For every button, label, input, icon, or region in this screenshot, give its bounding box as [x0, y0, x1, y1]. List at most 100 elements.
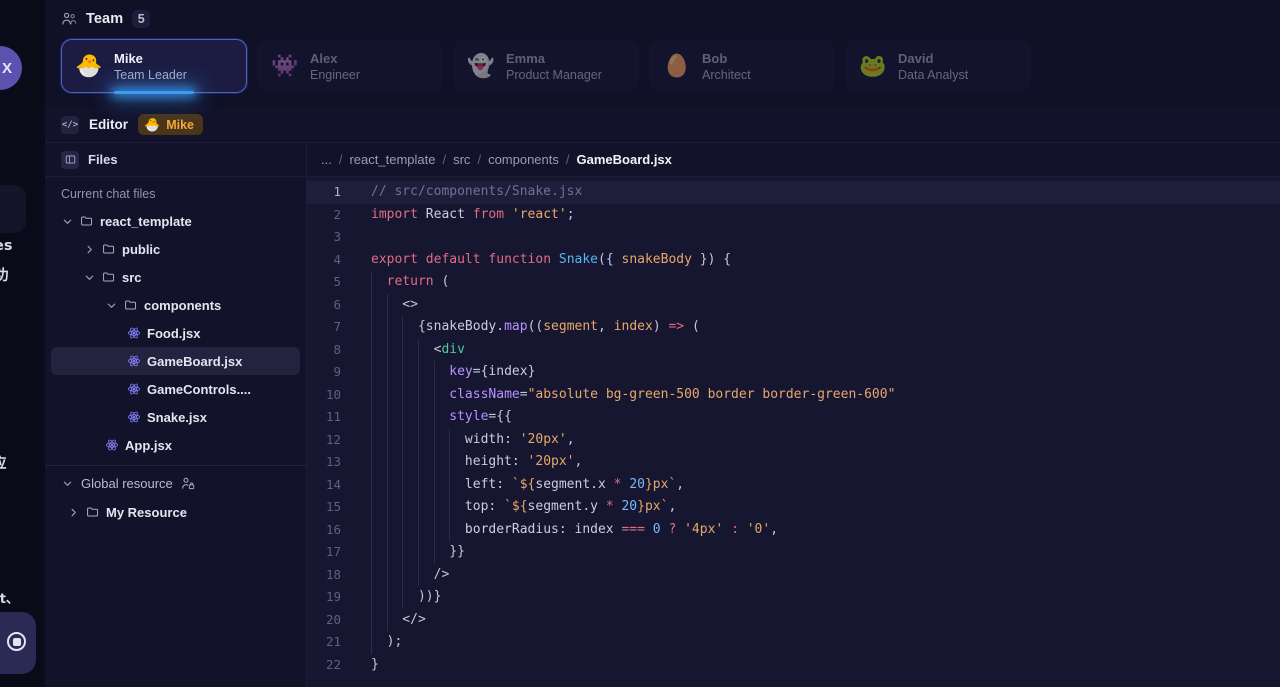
code-token: ,: [566, 431, 575, 447]
close-button[interactable]: X: [0, 46, 22, 90]
team-member-card[interactable]: 🐣 Mike Team Leader: [61, 39, 247, 94]
member-role: Architect: [702, 67, 751, 82]
code-token: '20px': [519, 431, 567, 447]
files-tree-scroll[interactable]: Current chat files react_template public s…: [45, 177, 306, 687]
tree-folder-row[interactable]: react_template: [51, 207, 300, 235]
breadcrumb-separator: /: [442, 152, 447, 167]
tree-file-row[interactable]: Food.jsx: [51, 319, 300, 347]
line-number: 11: [325, 409, 341, 424]
code-token: :: [731, 521, 739, 537]
react-file-icon: [127, 410, 141, 424]
breadcrumb-item[interactable]: src: [453, 152, 470, 167]
member-role: Engineer: [310, 67, 361, 82]
code-token: key: [449, 364, 473, 379]
code-token: ({: [598, 251, 622, 267]
code-token: top: [464, 499, 489, 514]
line-number: 2: [333, 206, 341, 222]
code-token: }px`: [637, 499, 669, 514]
code-token: default: [425, 251, 481, 267]
code-token: return: [386, 274, 434, 289]
line-number: 8: [333, 341, 341, 357]
team-label: Team: [86, 11, 124, 27]
tree-folder-row[interactable]: src: [51, 263, 300, 291]
code-line: 14 left: `${segment.x * 20}px`,: [307, 473, 1280, 496]
code-token: ,: [668, 499, 677, 514]
tree-file-row[interactable]: GameControls....: [51, 375, 300, 403]
team-member-card[interactable]: 👾 Alex Engineer: [257, 39, 443, 93]
code-line: 12 width: '20px',: [307, 428, 1280, 452]
code-token: }}: [371, 544, 465, 559]
global-resource-row[interactable]: Global resource: [45, 468, 306, 498]
code-line-text: height: '20px',: [355, 451, 582, 474]
tree-item-label: react_template: [100, 213, 192, 229]
breadcrumb-item[interactable]: components: [488, 152, 559, 167]
member-meta: David Data Analyst: [898, 51, 968, 82]
code-token: ,: [574, 454, 583, 469]
code-token: .: [582, 499, 591, 514]
folder-icon: [102, 242, 116, 256]
code-token: y: [590, 499, 606, 514]
folder-icon: [80, 214, 94, 228]
folder-icon: [87, 507, 99, 517]
tree-file-row[interactable]: Snake.jsx: [51, 403, 300, 431]
team-member-list: 🐣 Mike Team Leader 👾 Alex Engineer 👻 Emma Produc…: [45, 30, 1280, 94]
chevron-right-icon[interactable]: [83, 243, 96, 256]
code-token: height: [464, 454, 512, 469]
record-button[interactable]: [0, 612, 36, 674]
code-line-text: width: '20px',: [355, 429, 575, 452]
tree-folder-row[interactable]: components: [51, 291, 300, 319]
team-member-card[interactable]: 🥚 Bob Architect: [649, 39, 835, 93]
breadcrumb-item[interactable]: GameBoard.jsx: [577, 152, 672, 167]
code-line: 19 ))}: [307, 586, 1280, 609]
code-token: segment: [535, 476, 591, 492]
chevron-down-icon[interactable]: [61, 215, 74, 228]
code-line: 11 style={{: [307, 406, 1280, 429]
code-token: // src/components/Snake.jsx: [371, 184, 583, 199]
code-line-text: <>: [355, 294, 418, 317]
code-token: :: [488, 499, 505, 514]
code-token: from: [472, 206, 505, 222]
line-number: 21: [325, 634, 341, 649]
sidebar-item-my-resource[interactable]: My Resource: [51, 498, 300, 526]
member-role: Product Manager: [506, 67, 602, 82]
tree-folder-row[interactable]: public: [51, 235, 300, 263]
code-line: 21 );: [307, 631, 1280, 654]
code-token: width: [464, 431, 505, 447]
avatar: 🐸: [859, 53, 887, 78]
code-line-text: />: [355, 564, 450, 587]
breadcrumb-item[interactable]: ...: [321, 152, 332, 167]
code-line-text: export default function Snake({ snakeBod…: [355, 249, 731, 272]
code-line: 2 import React from 'react';: [307, 204, 1280, 227]
code-line: 5 return (: [307, 271, 1280, 294]
team-member-card[interactable]: 👻 Emma Product Manager: [453, 39, 639, 93]
team-member-card[interactable]: 🐸 David Data Analyst: [845, 39, 1031, 93]
code-token: style: [449, 409, 489, 424]
breadcrumb-separator: /: [338, 152, 343, 167]
breadcrumb-item[interactable]: react_template: [349, 152, 435, 167]
code-token: }) {: [691, 251, 732, 267]
line-number: 16: [325, 521, 341, 537]
team-count-badge: 5: [132, 10, 151, 28]
code-line-text: className="absolute bg-green-500 border …: [355, 384, 895, 407]
tree-file-row[interactable]: GameBoard.jsx: [51, 347, 300, 375]
line-number: 10: [325, 386, 341, 402]
react-file-icon: [127, 382, 141, 396]
panel-icon[interactable]: [61, 150, 79, 169]
chevron-down-icon[interactable]: [83, 271, 96, 284]
line-number: 17: [325, 544, 341, 559]
line-number: 12: [325, 431, 341, 447]
owner-name: Mike: [166, 117, 194, 132]
chevron-down-icon[interactable]: [105, 299, 118, 312]
line-number: 22: [325, 656, 341, 672]
code-editor[interactable]: 1 // src/components/Snake.jsx 2 import Reac…: [307, 177, 1280, 687]
code-line-text: }: [355, 654, 379, 677]
tree-file-row[interactable]: App.jsx: [51, 431, 300, 459]
code-token: ))}: [371, 589, 442, 604]
editor-owner-chip[interactable]: 🐣 Mike: [138, 114, 203, 135]
global-resource-label: Global resource: [81, 475, 173, 491]
